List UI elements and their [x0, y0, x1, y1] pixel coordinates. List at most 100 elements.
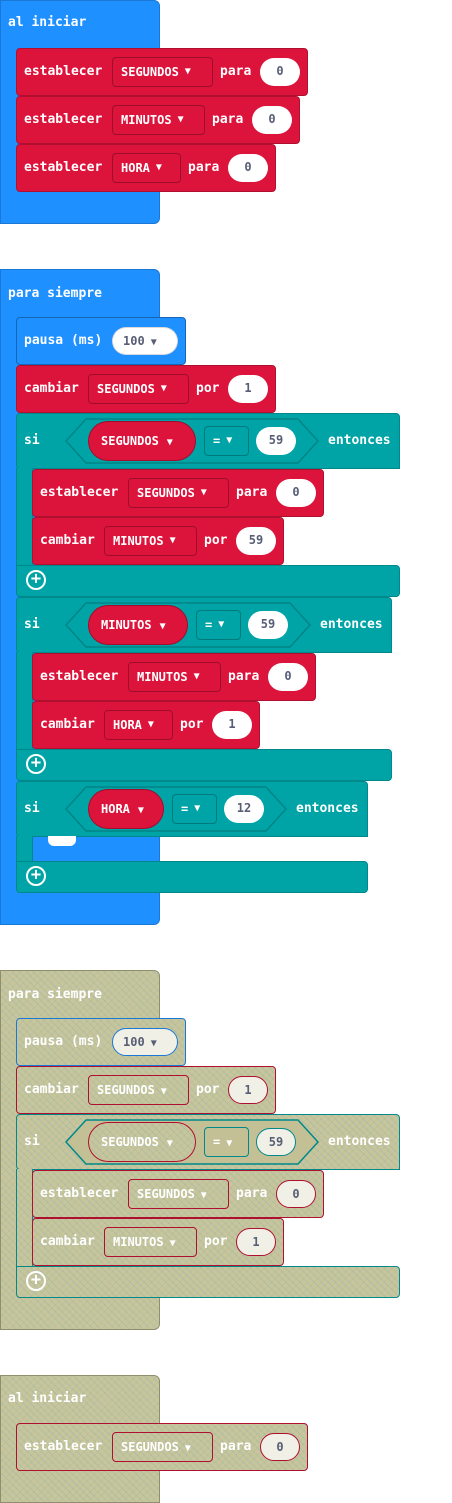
variable-name: SEGUNDOS — [97, 382, 155, 396]
pause-value: 100 — [123, 1035, 145, 1049]
variable-dropdown[interactable]: MINUTOS ▼ — [128, 662, 221, 692]
variable-dropdown[interactable]: SEGUNDOS ▼ — [88, 374, 189, 404]
value-input[interactable]: 0 — [260, 1433, 300, 1461]
then-label: entonces — [320, 617, 383, 632]
value-input[interactable]: 1 — [228, 1076, 268, 1104]
value-input[interactable]: 0 — [228, 154, 268, 182]
caret-down-icon: ▼ — [166, 1138, 173, 1149]
operator-dropdown[interactable]: = ▼ — [204, 1127, 249, 1157]
if-label: si — [24, 801, 40, 816]
variable-name: HORA — [121, 161, 150, 175]
variable-reporter[interactable]: MINUTOS ▼ — [88, 605, 188, 645]
variable-name: MINUTOS — [101, 618, 152, 632]
by-label: por — [204, 1234, 228, 1249]
variable-name: HORA — [101, 802, 130, 816]
value-input[interactable]: 59 — [236, 527, 276, 555]
caret-down-icon: ▼ — [169, 535, 176, 546]
to-label: para — [228, 669, 260, 684]
if-block-footer[interactable] — [16, 565, 400, 597]
caret-down-icon: ▼ — [160, 1086, 167, 1097]
pause-value: 100 — [123, 334, 145, 348]
caret-down-icon: ▼ — [147, 719, 154, 730]
set-label: establecer — [24, 112, 103, 127]
variable-name: SEGUNDOS — [101, 1135, 159, 1149]
variable-dropdown[interactable]: SEGUNDOS ▼ — [128, 1179, 229, 1209]
caret-down-icon: ▼ — [177, 114, 184, 125]
caret-down-icon: ▼ — [169, 1238, 176, 1249]
to-label: para — [236, 1186, 268, 1201]
then-label: entonces — [328, 1134, 391, 1149]
variable-dropdown[interactable]: SEGUNDOS ▼ — [88, 1075, 189, 1105]
caret-down-icon: ▼ — [184, 1443, 191, 1454]
if-block-footer[interactable] — [16, 861, 368, 893]
variable-dropdown[interactable]: MINUTOS ▼ — [104, 1227, 197, 1257]
variable-dropdown[interactable]: SEGUNDOS ▼ — [112, 57, 213, 87]
caret-down-icon: ▼ — [150, 1038, 157, 1049]
value-input[interactable]: 0 — [268, 663, 308, 691]
pause-duration-dropdown[interactable]: 100 ▼ — [112, 327, 178, 355]
variable-name: MINUTOS — [121, 113, 172, 127]
set-label: establecer — [40, 1186, 119, 1201]
by-label: por — [204, 533, 228, 548]
to-label: para — [220, 1439, 252, 1454]
caret-down-icon: ▼ — [226, 435, 233, 446]
then-label: entonces — [328, 433, 391, 448]
value-input[interactable]: 0 — [276, 1180, 316, 1208]
variable-name: SEGUNDOS — [137, 1187, 195, 1201]
value-input[interactable]: 1 — [228, 375, 268, 403]
caret-down-icon: ▼ — [200, 1190, 207, 1201]
if-block-arm — [16, 468, 33, 568]
variable-dropdown[interactable]: SEGUNDOS ▼ — [112, 1432, 213, 1462]
caret-down-icon: ▼ — [159, 621, 166, 632]
if-block-arm — [16, 652, 33, 752]
operator-dropdown[interactable]: = ▼ — [204, 426, 249, 456]
if-block-arm — [16, 836, 33, 864]
add-else-plus-icon[interactable]: + — [26, 754, 46, 774]
operator-symbol: = — [213, 1135, 221, 1149]
if-block-footer[interactable] — [16, 1266, 400, 1298]
change-label: cambiar — [40, 717, 95, 732]
operator-dropdown[interactable]: = ▼ — [172, 794, 217, 824]
variable-reporter[interactable]: HORA ▼ — [88, 789, 164, 829]
caret-down-icon: ▼ — [166, 437, 173, 448]
to-label: para — [188, 160, 220, 175]
value-input[interactable]: 59 — [256, 427, 296, 455]
value-input[interactable]: 0 — [276, 479, 316, 507]
add-else-plus-icon[interactable]: + — [26, 866, 46, 886]
caret-down-icon: ▼ — [137, 805, 144, 816]
variable-name: SEGUNDOS — [121, 65, 179, 79]
variable-dropdown[interactable]: HORA ▼ — [112, 153, 181, 183]
pause-duration-dropdown[interactable]: 100 ▼ — [112, 1028, 178, 1056]
on-start-label: al iniciar — [8, 1391, 87, 1406]
value-input[interactable]: 59 — [248, 611, 288, 639]
value-input[interactable]: 0 — [260, 58, 300, 86]
value-input[interactable]: 1 — [236, 1228, 276, 1256]
caret-down-icon: ▼ — [226, 1138, 233, 1149]
if-label: si — [24, 1134, 40, 1149]
value-input[interactable]: 0 — [252, 106, 292, 134]
pause-label: pausa (ms) — [24, 333, 103, 348]
variable-dropdown[interactable]: MINUTOS ▼ — [112, 105, 205, 135]
then-label: entonces — [296, 801, 359, 816]
operator-symbol: = — [181, 802, 189, 816]
value-input[interactable]: 1 — [212, 711, 252, 739]
add-else-plus-icon[interactable]: + — [26, 1271, 46, 1291]
caret-down-icon: ▼ — [218, 619, 225, 630]
variable-dropdown[interactable]: HORA ▼ — [104, 710, 173, 740]
variable-name: MINUTOS — [113, 1235, 164, 1249]
variable-dropdown[interactable]: SEGUNDOS ▼ — [128, 478, 229, 508]
variable-reporter[interactable]: SEGUNDOS ▼ — [88, 1122, 196, 1162]
change-label: cambiar — [40, 1234, 95, 1249]
value-input[interactable]: 12 — [224, 795, 264, 823]
add-else-plus-icon[interactable]: + — [26, 570, 46, 590]
caret-down-icon: ▼ — [160, 383, 167, 394]
by-label: por — [196, 381, 220, 396]
operator-dropdown[interactable]: = ▼ — [196, 610, 241, 640]
variable-dropdown[interactable]: MINUTOS ▼ — [104, 526, 197, 556]
if-block-footer[interactable] — [16, 749, 392, 781]
to-label: para — [220, 64, 252, 79]
value-input[interactable]: 59 — [256, 1128, 296, 1156]
variable-reporter[interactable]: SEGUNDOS ▼ — [88, 421, 196, 461]
if-label: si — [24, 433, 40, 448]
change-label: cambiar — [24, 381, 79, 396]
